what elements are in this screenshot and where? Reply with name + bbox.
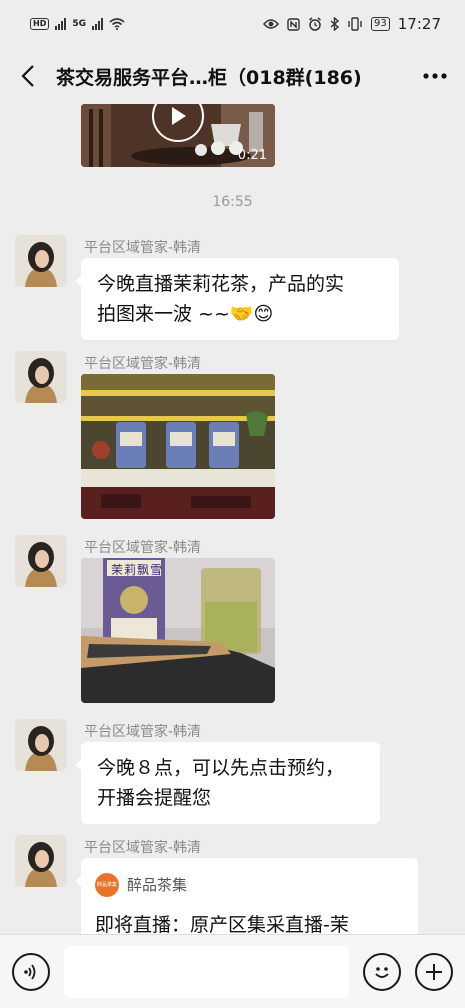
message-timestamp: 16:55 — [212, 194, 253, 210]
card-logo-text: 醉品茶集 — [97, 881, 118, 888]
status-right: 93 17:27 — [263, 15, 441, 33]
sender-name: 平台区域管家-韩清 — [84, 240, 202, 256]
chevron-left-icon — [21, 65, 34, 87]
wifi-icon — [109, 18, 125, 30]
nfc-icon — [287, 17, 300, 31]
tin-label: 茉莉飘雪 — [111, 563, 164, 577]
card-logo: 醉品茶集 — [95, 873, 119, 897]
bluetooth-icon — [330, 17, 340, 31]
eye-icon — [263, 19, 280, 29]
message-text-line: 开播会提醒您 — [97, 787, 212, 809]
message-text-line: 今晚直播茉莉花茶，产品的实 — [97, 273, 345, 295]
clock: 17:27 — [397, 15, 441, 33]
hd-badge: HD — [30, 18, 50, 30]
network-label: 5G — [72, 19, 86, 29]
more-dots-icon — [423, 73, 447, 79]
chat-header: 茶交易服务平台…柜（018群(186) — [0, 48, 465, 104]
sender-name: 平台区域管家-韩清 — [84, 724, 202, 740]
play-icon — [172, 107, 186, 125]
back-button[interactable] — [0, 48, 56, 104]
status-left: HD 5G — [30, 18, 125, 30]
live-card[interactable]: 醉品茶集 醉品茶集 即将直播：原产区集采直播-茉 — [75, 858, 418, 934]
video-message[interactable]: 0:21 — [81, 104, 275, 167]
avatar[interactable] — [15, 351, 67, 403]
video-duration: 0:21 — [237, 148, 267, 163]
alarm-icon — [309, 17, 321, 31]
avatar[interactable] — [15, 719, 67, 771]
voice-button[interactable] — [12, 952, 50, 991]
avatar[interactable] — [15, 835, 67, 887]
jasmine-tea-photo — [81, 558, 275, 703]
chat-area[interactable]: 0:21 16:55 平台区域管家-韩清 今晚直播茉莉花茶，产品的实 拍图来一波… — [0, 104, 465, 934]
add-button[interactable] — [415, 952, 453, 991]
chat-title: 茶交易服务平台…柜（018群(186) — [56, 66, 362, 89]
tea-shelf-photo — [81, 374, 275, 519]
sender-name: 平台区域管家-韩清 — [84, 540, 202, 556]
avatar[interactable] — [15, 235, 67, 287]
signal-icon-2 — [92, 18, 103, 30]
sender-name: 平台区域管家-韩清 — [84, 840, 202, 856]
emoji-button[interactable] — [363, 952, 401, 991]
image-message[interactable]: 茉莉飘雪 — [81, 558, 275, 703]
signal-icon — [55, 18, 67, 30]
vibrate-icon — [348, 17, 362, 31]
text-bubble[interactable]: 今晚８点，可以先点击预约， 开播会提醒您 — [75, 742, 380, 824]
input-bar — [0, 934, 465, 1008]
text-bubble[interactable]: 今晚直播茉莉花茶，产品的实 拍图来一波 ~~🤝😊 — [75, 258, 399, 340]
avatar[interactable] — [15, 535, 67, 587]
sender-name: 平台区域管家-韩清 — [84, 356, 202, 372]
emoji-icon — [375, 966, 389, 978]
plus-icon — [426, 963, 442, 980]
more-button[interactable] — [405, 48, 465, 104]
voice-icon — [24, 963, 36, 980]
card-source: 醉品茶集 — [127, 876, 188, 894]
message-text-line: 今晚８点，可以先点击预约， — [97, 757, 345, 779]
battery-indicator: 93 — [371, 17, 390, 31]
message-text-line: 拍图来一波 ~~🤝😊 — [97, 303, 274, 325]
status-bar: HD 5G 93 17:27 — [0, 0, 465, 48]
image-message[interactable] — [81, 374, 275, 519]
card-source-row: 醉品茶集 醉品茶集 — [95, 870, 404, 900]
card-title: 即将直播：原产区集采直播-茉 — [95, 914, 349, 934]
message-input[interactable] — [64, 945, 349, 998]
